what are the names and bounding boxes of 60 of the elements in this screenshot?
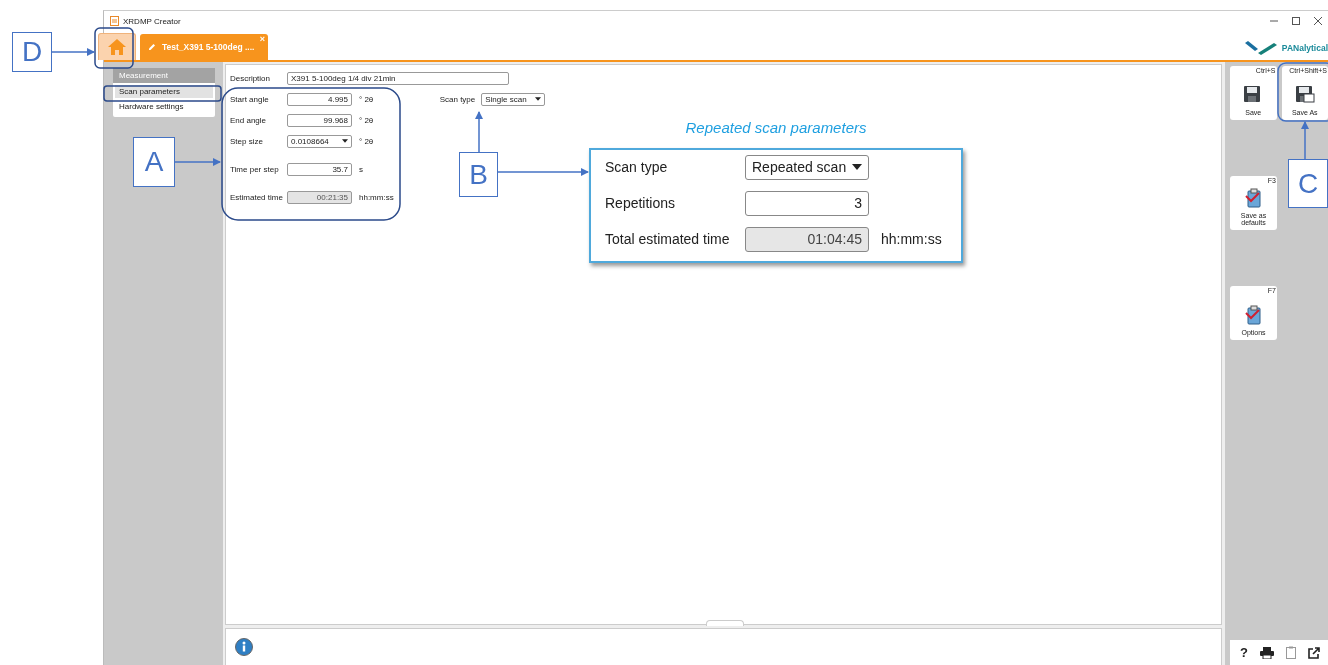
- inset-title: Repeated scan parameters: [684, 119, 868, 136]
- home-tab[interactable]: [98, 33, 136, 60]
- readonly-field: 00:21:35: [287, 190, 352, 204]
- app-icon: [110, 16, 119, 26]
- highlight-outline: [94, 27, 134, 69]
- section-header: Measurement: [113, 68, 215, 83]
- arrow: [51, 48, 95, 56]
- home-icon: [107, 38, 127, 56]
- field-label: Scan type: [439, 94, 476, 104]
- callout-label: C: [1288, 159, 1328, 208]
- sidebar-item[interactable]: Hardware settings: [115, 100, 213, 113]
- callout-label: A: [133, 137, 175, 187]
- field-label: Repetitions: [605, 195, 677, 211]
- unit-label: ° 2θ: [359, 115, 374, 125]
- unit-label: hh:mm:ss: [359, 192, 394, 202]
- save-as-icon: [1294, 85, 1315, 105]
- callout-label: B: [459, 152, 498, 197]
- info-icon: [235, 638, 253, 656]
- input-field[interactable]: 3: [745, 190, 869, 216]
- pencil-icon: [148, 43, 156, 51]
- input-field[interactable]: 35.7: [287, 162, 352, 176]
- readonly-field: 01:04:45: [745, 226, 869, 252]
- field-label: Scan type: [605, 159, 669, 175]
- unit-label: hh:mm:ss: [881, 231, 942, 247]
- field-label: Start angle: [230, 94, 270, 104]
- window-title: XRDMP Creator: [123, 16, 181, 26]
- field-label: Total estimated time: [605, 231, 731, 247]
- clipboard-icon[interactable]: [1285, 646, 1296, 659]
- caret-icon: [342, 139, 348, 143]
- field-label: Time per step: [230, 164, 280, 174]
- field-label: Step size: [230, 136, 264, 146]
- logo-text: PANalytical: [1281, 43, 1328, 53]
- clipboard-icon: [1244, 188, 1263, 208]
- field-label: Description: [230, 73, 271, 83]
- unit-label: ° 2θ: [359, 94, 374, 104]
- arrow: [1301, 121, 1309, 160]
- close-icon[interactable]: [1314, 17, 1322, 25]
- callout-label: D: [12, 32, 52, 72]
- unit-label: s: [359, 164, 363, 174]
- highlight-outline: [1277, 62, 1328, 122]
- dropdown[interactable]: Repeated scan: [745, 154, 869, 180]
- arrow: [174, 158, 221, 166]
- external-link-icon[interactable]: [1307, 646, 1320, 659]
- dropdown[interactable]: 0.0108664: [287, 134, 352, 148]
- collapse-handle[interactable]: [706, 620, 744, 626]
- maximize-icon[interactable]: [1292, 17, 1300, 25]
- print-icon[interactable]: [1259, 646, 1274, 659]
- unit-label: ° 2θ: [359, 136, 374, 146]
- arrow: [475, 111, 483, 153]
- input-field[interactable]: 99.968: [287, 113, 352, 127]
- caret-icon: [852, 164, 862, 170]
- caret-icon: [535, 97, 542, 101]
- dropdown[interactable]: Single scan: [481, 92, 546, 106]
- field-label: Estimated time: [230, 192, 284, 202]
- help-button[interactable]: ?: [1240, 645, 1248, 660]
- logo-icon: [1243, 41, 1278, 55]
- input-field[interactable]: 4.995: [287, 92, 352, 106]
- clipboard-icon: [1244, 305, 1263, 325]
- field-label: End angle: [230, 115, 268, 125]
- input-field[interactable]: X391 5-100deg 1/4 div 21min: [287, 71, 509, 85]
